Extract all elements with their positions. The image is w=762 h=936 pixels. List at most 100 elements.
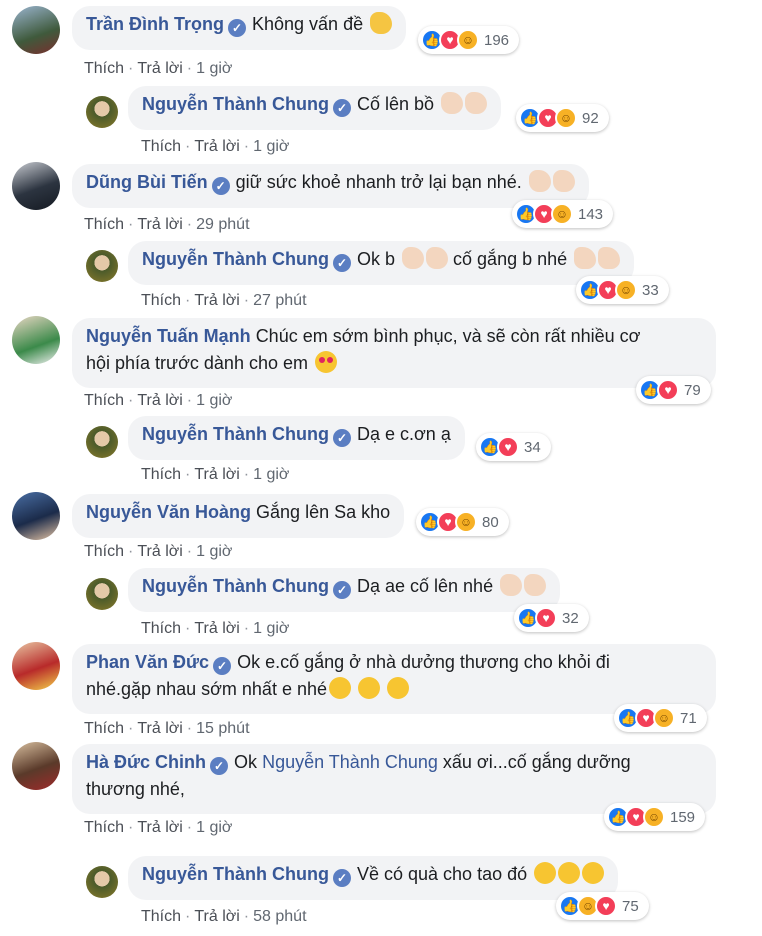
timestamp[interactable]: 58 phút — [253, 908, 306, 925]
timestamp[interactable]: 1 giờ — [253, 620, 289, 637]
thumbs-up-emoji — [574, 247, 597, 269]
haha-reaction-icon: ☺ — [643, 806, 665, 828]
comment-text: Ok e.cố gắng ở nhà dưởng thương cho khỏi… — [237, 652, 610, 672]
flexed-biceps-emoji — [441, 92, 464, 114]
comment-text: cố gắng b nhé — [453, 249, 568, 269]
reaction-count: 92 — [582, 109, 599, 127]
like-link[interactable]: Thích — [84, 216, 124, 233]
timestamp[interactable]: 1 giờ — [196, 543, 232, 560]
like-link[interactable]: Thích — [84, 60, 124, 77]
avatar[interactable] — [12, 742, 60, 790]
triumph-face-emoji — [558, 862, 581, 884]
like-link[interactable]: Thích — [84, 720, 124, 737]
reaction-summary[interactable]: 👍 ♥ ☺ 80 — [416, 508, 509, 536]
avatar[interactable] — [12, 162, 60, 210]
thumbs-up-emoji — [598, 247, 621, 269]
flexed-biceps-emoji — [524, 574, 547, 596]
comment-text: giữ sức khoẻ nhanh trở lại bạn nhé. — [235, 172, 522, 192]
like-link[interactable]: Thích — [141, 466, 181, 483]
reaction-summary[interactable]: 👍 ♥ 79 — [636, 376, 711, 404]
avatar[interactable] — [86, 250, 118, 282]
reaction-summary[interactable]: 👍 ☺ ♥ 75 — [556, 892, 649, 920]
comment-actions: Thích · Trả lời · 1 giờ — [84, 60, 233, 77]
timestamp[interactable]: 1 giờ — [196, 60, 232, 77]
commenter-name[interactable]: Nguyễn Văn Hoàng — [86, 502, 251, 522]
comment-bubble: Phan Văn Đức ✓ Ok e.cố gắng ở nhà dưởng th… — [72, 644, 716, 714]
like-link[interactable]: Thích — [84, 392, 124, 409]
reaction-count: 79 — [684, 381, 701, 399]
timestamp[interactable]: 1 giờ — [196, 392, 232, 409]
like-link[interactable]: Thích — [141, 292, 181, 309]
like-link[interactable]: Thích — [141, 138, 181, 155]
avatar[interactable] — [12, 492, 60, 540]
reply-link[interactable]: Trả lời — [194, 138, 239, 155]
commenter-name[interactable]: Nguyễn Thành Chung — [142, 864, 329, 884]
reaction-summary[interactable]: 👍 ♥ ☺ 159 — [604, 803, 706, 831]
haha-reaction-icon: ☺ — [457, 29, 479, 51]
commenter-name[interactable]: Dũng Bùi Tiến — [86, 172, 208, 192]
comment-bubble: Nguyễn Tuấn Mạnh Chúc em sớm bình phục, … — [72, 318, 716, 388]
like-link[interactable]: Thích — [141, 620, 181, 637]
reply-link[interactable]: Trả lời — [137, 216, 182, 233]
comment-text: Chúc em sớm bình phục, và sẽ còn rất nhi… — [255, 326, 641, 346]
reply-link[interactable]: Trả lời — [194, 908, 239, 925]
commenter-name[interactable]: Nguyễn Thành Chung — [142, 424, 329, 444]
flexed-biceps-emoji — [552, 170, 575, 192]
like-link[interactable]: Thích — [84, 819, 124, 836]
reaction-summary[interactable]: 👍 ♥ ☺ 33 — [576, 276, 669, 304]
commenter-name[interactable]: Hà Đức Chinh — [86, 752, 206, 772]
reaction-summary[interactable]: 👍 ♥ 32 — [514, 604, 589, 632]
comment-text-line2: thương nhé, — [86, 779, 185, 799]
timestamp[interactable]: 1 giờ — [253, 466, 289, 483]
reaction-summary[interactable]: 👍 ♥ ☺ 71 — [614, 704, 707, 732]
reaction-summary[interactable]: 👍 ♥ 34 — [476, 433, 551, 461]
commenter-name[interactable]: Nguyễn Thành Chung — [142, 576, 329, 596]
avatar[interactable] — [86, 578, 118, 610]
timestamp[interactable]: 15 phút — [196, 720, 249, 737]
mention-link[interactable]: Nguyễn Thành Chung — [262, 752, 438, 772]
commenter-name[interactable]: Nguyễn Thành Chung — [142, 249, 329, 269]
commenter-name[interactable]: Nguyễn Tuấn Mạnh — [86, 326, 251, 346]
reply-link[interactable]: Trả lời — [137, 60, 182, 77]
avatar[interactable] — [12, 316, 60, 364]
reaction-count: 32 — [562, 609, 579, 627]
comment-text: Gắng lên Sa kho — [256, 502, 391, 522]
grinning-emoji — [358, 677, 381, 699]
timestamp[interactable]: 29 phút — [196, 216, 249, 233]
comment-actions: Thích · Trả lời · 1 giờ — [84, 819, 233, 836]
comment-bubble: Trần Đình Trọng ✓ Không vấn đề — [72, 6, 407, 50]
avatar[interactable] — [86, 866, 118, 898]
reaction-summary[interactable]: 👍 ♥ ☺ 143 — [512, 200, 614, 228]
like-link[interactable]: Thích — [141, 908, 181, 925]
love-reaction-icon: ♥ — [497, 436, 519, 458]
commenter-name[interactable]: Phan Văn Đức — [86, 652, 209, 672]
reply-link[interactable]: Trả lời — [194, 292, 239, 309]
reply-link[interactable]: Trả lời — [137, 720, 182, 737]
reply-link[interactable]: Trả lời — [194, 466, 239, 483]
reaction-summary[interactable]: 👍 ♥ ☺ 196 — [418, 26, 520, 54]
reply-link[interactable]: Trả lời — [137, 543, 182, 560]
commenter-name[interactable]: Trần Đình Trọng — [86, 14, 224, 34]
avatar[interactable] — [12, 6, 60, 54]
timestamp[interactable]: 1 giờ — [196, 819, 232, 836]
comment-bubble: Nguyễn Thành Chung ✓ Dạ e c.ơn ạ — [128, 416, 465, 460]
avatar[interactable] — [86, 96, 118, 128]
verified-icon: ✓ — [332, 581, 351, 599]
avatar[interactable] — [12, 642, 60, 690]
avatar[interactable] — [86, 426, 118, 458]
timestamp[interactable]: 27 phút — [253, 292, 306, 309]
grinning-emoji — [329, 677, 351, 699]
timestamp[interactable]: 1 giờ — [253, 138, 289, 155]
flexed-biceps-emoji — [465, 92, 488, 114]
commenter-name[interactable]: Nguyễn Thành Chung — [142, 94, 329, 114]
comment-actions: Thích · Trả lời · 1 giờ — [141, 466, 290, 483]
like-link[interactable]: Thích — [84, 543, 124, 560]
comment-text: Dạ ae cố lên nhé — [356, 576, 494, 596]
verified-icon: ✓ — [210, 757, 229, 775]
reaction-count: 33 — [642, 281, 659, 299]
reply-link[interactable]: Trả lời — [137, 392, 182, 409]
comment-bubble: Nguyễn Thành Chung ✓ Về có quà cho tao đó — [128, 856, 619, 900]
reply-link[interactable]: Trả lời — [194, 620, 239, 637]
reply-link[interactable]: Trả lời — [137, 819, 182, 836]
reaction-summary[interactable]: 👍 ♥ ☺ 92 — [516, 104, 609, 132]
